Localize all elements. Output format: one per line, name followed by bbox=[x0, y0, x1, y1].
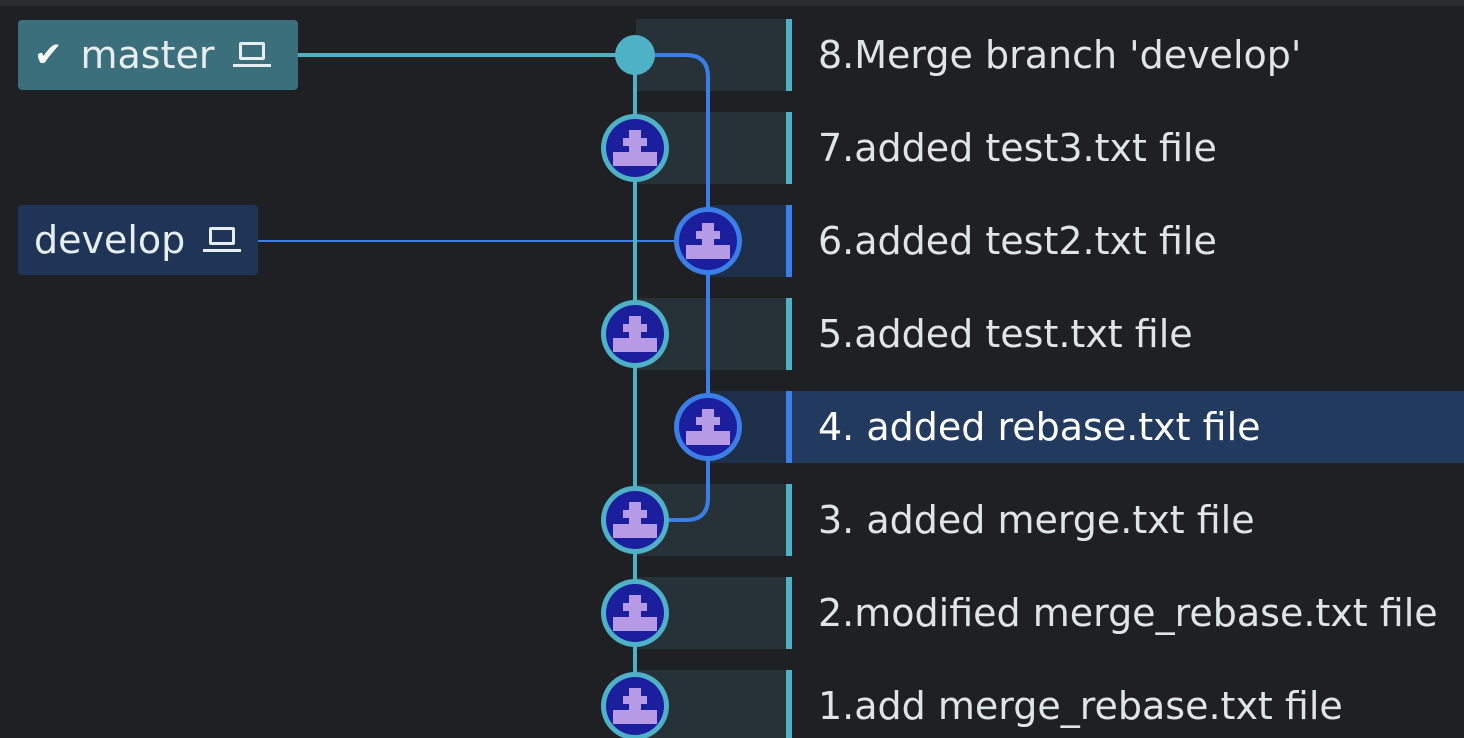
checkmark-icon: ✔ bbox=[34, 35, 63, 75]
laptop-icon bbox=[232, 40, 273, 70]
lane-color-marker bbox=[786, 298, 792, 370]
lane-color-marker bbox=[786, 577, 792, 649]
identicon-block bbox=[629, 502, 641, 510]
identicon-block bbox=[629, 688, 641, 696]
lane-color-marker bbox=[786, 205, 792, 277]
commit-row[interactable]: 4. added rebase.txt file bbox=[790, 391, 1464, 463]
commit-message: 5.added test.txt file bbox=[818, 312, 1193, 356]
laptop-icon bbox=[203, 225, 243, 255]
identicon-block bbox=[629, 704, 641, 710]
commit-message: 1.add merge_rebase.txt file bbox=[818, 684, 1343, 728]
identicon-block bbox=[629, 611, 641, 617]
identicon-block bbox=[613, 524, 657, 538]
identicon-block bbox=[629, 146, 641, 152]
lane-color-marker bbox=[786, 484, 792, 556]
identicon-block bbox=[629, 130, 641, 138]
identicon-block bbox=[702, 409, 714, 417]
commit-message: 8.Merge branch 'develop' bbox=[818, 33, 1302, 77]
commit-message: 4. added rebase.txt file bbox=[818, 405, 1261, 449]
commit-row[interactable]: 5.added test.txt file bbox=[790, 298, 1464, 370]
commit-message: 2.modified merge_rebase.txt file bbox=[818, 591, 1438, 635]
commit-row[interactable]: 3. added merge.txt file bbox=[790, 484, 1464, 556]
identicon-block bbox=[686, 245, 730, 259]
commit-graph-panel: ✔ master develop 8.Merge branch 'develop… bbox=[0, 0, 1464, 738]
identicon-block bbox=[696, 417, 720, 425]
merge-dot-icon bbox=[615, 35, 655, 75]
lane-color-marker bbox=[786, 19, 792, 91]
commit-row[interactable]: 1.add merge_rebase.txt file bbox=[790, 670, 1464, 738]
branch-name-develop: develop bbox=[34, 218, 186, 262]
identicon-block bbox=[629, 595, 641, 603]
commit-row[interactable]: 8.Merge branch 'develop' bbox=[790, 19, 1464, 91]
identicon-block bbox=[623, 603, 647, 611]
identicon-block bbox=[623, 510, 647, 518]
identicon-block bbox=[629, 316, 641, 324]
lane-color-marker bbox=[786, 670, 792, 738]
identicon-block bbox=[629, 332, 641, 338]
identicon-block bbox=[696, 231, 720, 239]
commit-row[interactable]: 2.modified merge_rebase.txt file bbox=[790, 577, 1464, 649]
identicon-block bbox=[702, 223, 714, 231]
identicon-block bbox=[623, 696, 647, 704]
identicon-block bbox=[702, 425, 714, 431]
identicon-block bbox=[623, 138, 647, 146]
identicon-block bbox=[623, 324, 647, 332]
commit-message: 7.added test3.txt file bbox=[818, 126, 1217, 170]
identicon-block bbox=[629, 518, 641, 524]
branch-label-develop[interactable]: develop bbox=[18, 205, 258, 275]
commit-row[interactable]: 6.added test2.txt file bbox=[790, 205, 1464, 277]
branch-label-master[interactable]: ✔ master bbox=[18, 20, 298, 90]
identicon-block bbox=[613, 152, 657, 166]
commit-message: 6.added test2.txt file bbox=[818, 219, 1217, 263]
branch-name-master: master bbox=[80, 33, 215, 77]
identicon-block bbox=[613, 617, 657, 631]
identicon-block bbox=[613, 338, 657, 352]
identicon-block bbox=[686, 431, 730, 445]
commit-message: 3. added merge.txt file bbox=[818, 498, 1255, 542]
lane-color-marker bbox=[786, 391, 792, 463]
identicon-block bbox=[613, 710, 657, 724]
identicon-block bbox=[702, 239, 714, 245]
commit-row[interactable]: 7.added test3.txt file bbox=[790, 112, 1464, 184]
lane-color-marker bbox=[786, 112, 792, 184]
